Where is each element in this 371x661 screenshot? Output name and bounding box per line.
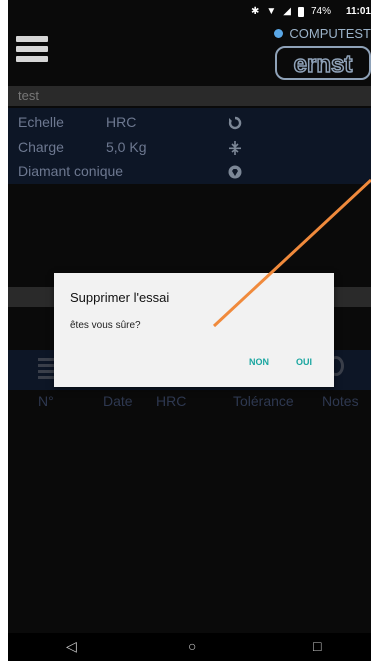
back-icon[interactable]: ◁	[66, 638, 77, 655]
annotation-arrow	[212, 178, 371, 328]
phone-frame: ✱ ▼ ◢ 74% 11:01 COMPUTEST ernst test Ech…	[0, 0, 371, 661]
recents-icon[interactable]: □	[313, 638, 321, 654]
home-icon[interactable]: ○	[188, 638, 196, 654]
system-nav-bar: ◁ ○ □	[8, 633, 371, 661]
